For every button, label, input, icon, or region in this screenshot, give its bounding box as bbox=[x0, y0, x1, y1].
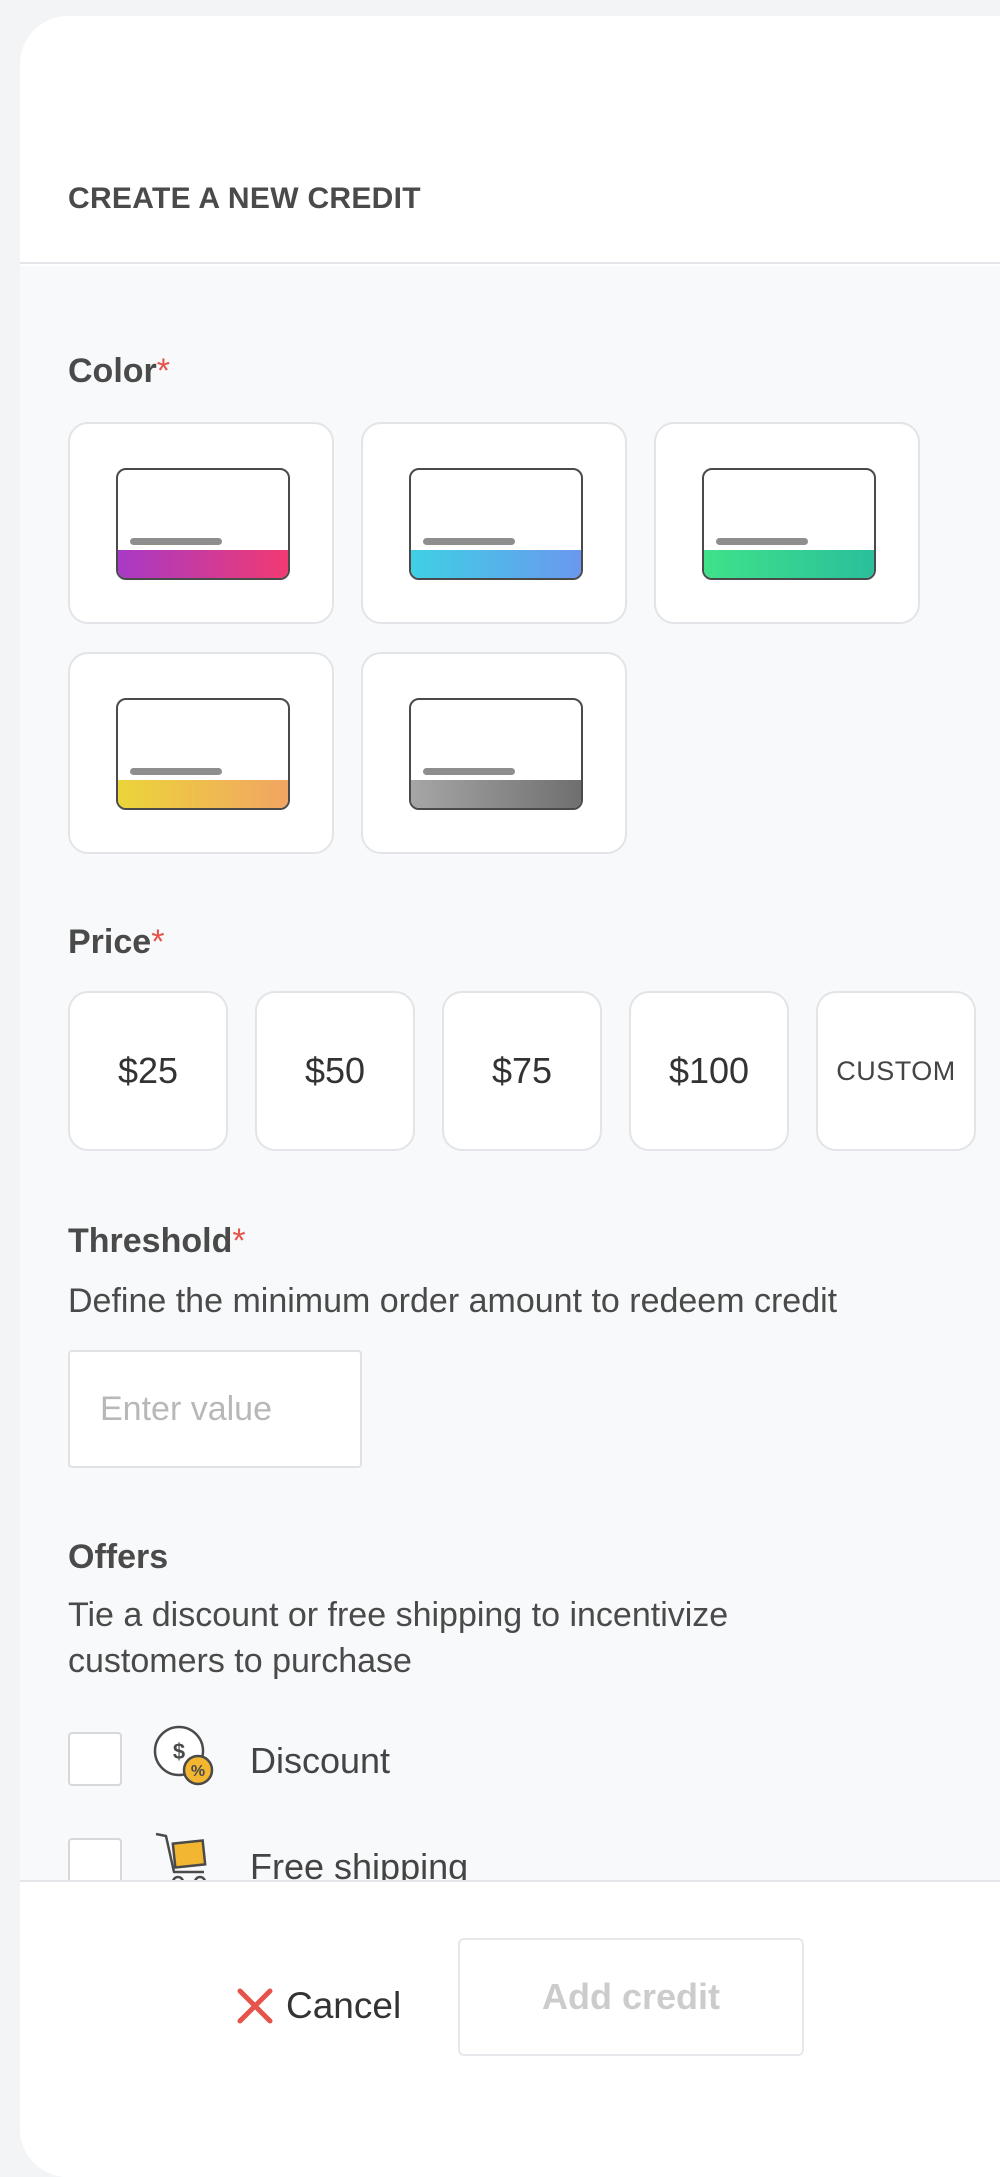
threshold-input[interactable] bbox=[68, 1350, 362, 1468]
discount-icon: $ % bbox=[153, 1725, 214, 1786]
threshold-label-text: Threshold bbox=[68, 1222, 233, 1260]
offer-discount[interactable]: $ % Discount bbox=[68, 1725, 668, 1788]
price-label-text: Price bbox=[68, 923, 152, 961]
cancel-button[interactable]: Cancel bbox=[236, 1976, 401, 2036]
card-preview bbox=[409, 698, 583, 810]
free-shipping-label[interactable]: Free shipping bbox=[250, 1846, 468, 1880]
color-swatch-magenta[interactable] bbox=[68, 422, 334, 624]
color-swatch-gray[interactable] bbox=[361, 652, 627, 854]
cancel-label: Cancel bbox=[286, 1985, 402, 2026]
color-swatch-green[interactable] bbox=[654, 422, 920, 624]
threshold-description: Define the minimum order amount to redee… bbox=[68, 1282, 838, 1320]
price-option-25[interactable]: $25 bbox=[68, 991, 228, 1151]
free-shipping-checkbox[interactable] bbox=[68, 1838, 122, 1880]
offers-description: Tie a discount or free shipping to incen… bbox=[68, 1596, 729, 1680]
card-preview bbox=[116, 468, 290, 580]
card-preview bbox=[116, 698, 290, 810]
svg-text:$: $ bbox=[173, 1739, 185, 1764]
create-credit-panel: CREATE A NEW CREDIT Color* Price* $25 $5… bbox=[20, 16, 1000, 2177]
close-icon bbox=[237, 1988, 273, 2024]
price-label: Price* bbox=[68, 923, 164, 962]
discount-label[interactable]: Discount bbox=[250, 1740, 390, 1782]
offers-label: Offers bbox=[68, 1538, 169, 1576]
card-preview bbox=[702, 468, 876, 580]
color-swatch-yellow[interactable] bbox=[68, 652, 334, 854]
svg-text:%: % bbox=[191, 1763, 205, 1780]
required-marker: * bbox=[156, 352, 171, 390]
required-marker: * bbox=[151, 923, 165, 961]
required-marker: * bbox=[232, 1222, 246, 1260]
panel-footer: Cancel Add credit bbox=[20, 1880, 1000, 2177]
price-option-50[interactable]: $50 bbox=[255, 991, 415, 1151]
price-option-custom[interactable]: CUSTOM bbox=[816, 991, 976, 1151]
shipping-cart-icon bbox=[155, 1832, 207, 1880]
price-option-75[interactable]: $75 bbox=[442, 991, 602, 1151]
form-body[interactable]: Color* Price* $25 $50 $75 $100 CUSTOM Th… bbox=[20, 266, 1000, 1880]
color-label-text: Color bbox=[68, 352, 157, 390]
price-option-100[interactable]: $100 bbox=[629, 991, 789, 1151]
page-title: CREATE A NEW CREDIT bbox=[68, 182, 421, 215]
add-credit-button[interactable]: Add credit bbox=[458, 1938, 804, 2056]
panel-header: CREATE A NEW CREDIT bbox=[20, 16, 1000, 264]
card-preview bbox=[409, 468, 583, 580]
color-label: Color* bbox=[68, 352, 170, 391]
threshold-label: Threshold* bbox=[68, 1222, 246, 1261]
offer-free-shipping[interactable]: Free shipping bbox=[68, 1832, 668, 1880]
color-swatch-blue[interactable] bbox=[361, 422, 627, 624]
discount-checkbox[interactable] bbox=[68, 1732, 122, 1786]
